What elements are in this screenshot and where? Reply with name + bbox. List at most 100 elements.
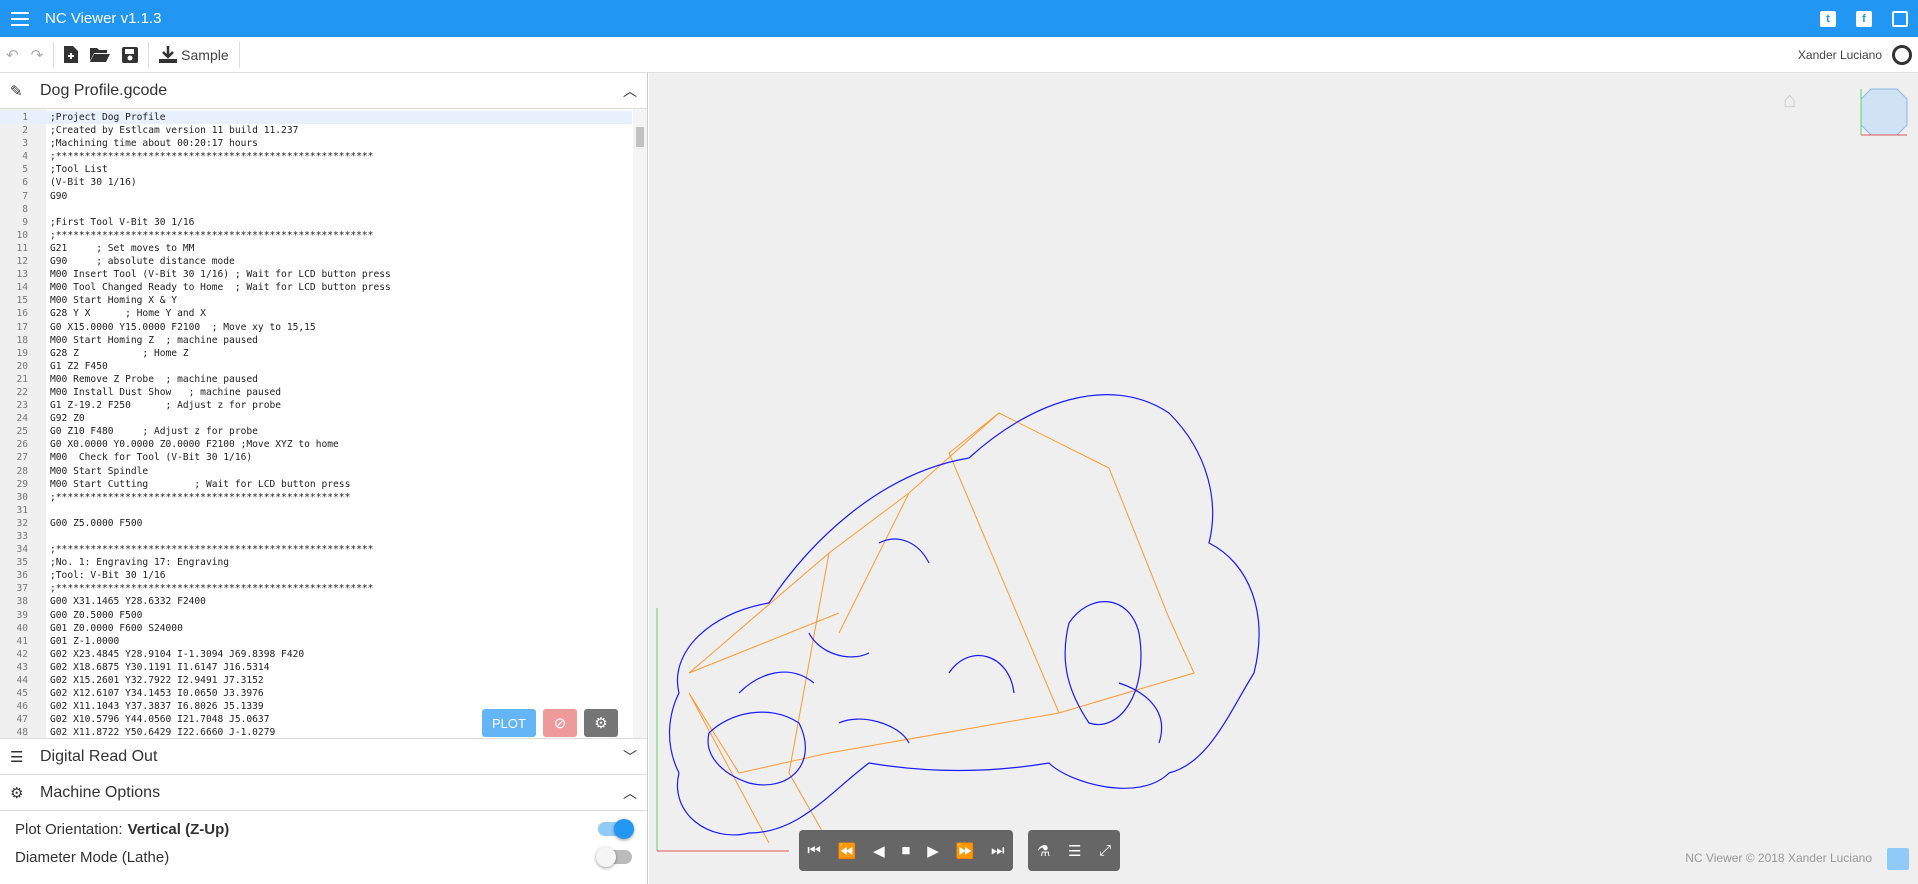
line-number: 24 xyxy=(16,413,28,425)
new-file-button[interactable] xyxy=(58,37,84,73)
code-line[interactable]: 37 ;*************************************… xyxy=(0,582,632,595)
code-lines[interactable]: 1 ;Project Dog Profile 2 ;Created by Estlca… xyxy=(0,111,632,738)
chevron-down-icon[interactable]: ﹀ xyxy=(623,747,637,767)
code-line[interactable]: 10 ;*************************************… xyxy=(0,229,632,242)
code-line[interactable]: 35 ;No. 1: Engraving 17: Engraving xyxy=(0,556,632,569)
line-number: 34 xyxy=(16,544,28,556)
code-line[interactable]: 14 M00 Tool Changed Ready to Home ; Wait … xyxy=(0,281,632,294)
chevron-up-icon[interactable]: ︿ xyxy=(623,783,637,803)
code-line[interactable]: 36 ;Tool: V-Bit 30 1/16 xyxy=(0,569,632,582)
editor-scrollbar[interactable] xyxy=(633,109,647,738)
code-line[interactable]: 2 ;Created by Estlcam version 11 build 11… xyxy=(0,124,632,137)
code-line[interactable]: 15 M00 Start Homing X & Y xyxy=(0,294,632,307)
view-cube[interactable] xyxy=(1859,87,1909,137)
expand-icon[interactable]: ⤢ xyxy=(1099,842,1111,859)
code-line[interactable]: 41 G01 Z-1.0000 xyxy=(0,635,632,648)
code-line[interactable]: 29 M00 Start Cutting ; Wait for LCD butto… xyxy=(0,478,632,491)
plot-orientation-toggle[interactable] xyxy=(598,819,634,839)
step-back-icon[interactable]: ⏪ xyxy=(838,842,857,860)
dro-panel-header[interactable]: ☰ Digital Read Out ﹀ xyxy=(0,739,647,775)
skip-to-start-icon[interactable]: ⏮ xyxy=(807,842,821,859)
line-number: 38 xyxy=(16,596,28,608)
settings-button[interactable]: ⚙ xyxy=(584,709,618,737)
hamburger-menu-button[interactable] xyxy=(0,0,40,37)
code-line[interactable]: 5 ;Tool List xyxy=(0,163,632,176)
machine-options-header[interactable]: ⚙ Machine Options ︿ xyxy=(0,775,647,811)
code-line[interactable]: 34 ;*************************************… xyxy=(0,543,632,556)
code-line[interactable]: 40 G01 Z0.0000 F600 S24000 xyxy=(0,622,632,635)
code-line[interactable]: 8 xyxy=(0,203,632,216)
code-line[interactable]: 25 G0 Z10 F480 ; Adjust z for probe xyxy=(0,425,632,438)
redo-button[interactable]: ↷ xyxy=(25,37,50,73)
help-icon[interactable] xyxy=(1887,848,1909,870)
code-line[interactable]: 20 G1 Z2 F450 xyxy=(0,360,632,373)
editor-panel-header[interactable]: ✎ Dog Profile.gcode ︿ xyxy=(0,73,647,109)
code-line[interactable]: 1 ;Project Dog Profile xyxy=(0,111,632,125)
code-line[interactable]: 42 G02 X23.4845 Y28.9104 I-1.3094 J69.839… xyxy=(0,648,632,661)
code-line[interactable]: 47 G02 X10.5796 Y44.0560 I21.7048 J5.0637 xyxy=(0,713,632,726)
sliders-icon[interactable]: ☰ xyxy=(1068,842,1081,860)
code-line[interactable]: 45 G02 X12.6107 Y34.1453 I0.0650 J3.3976 xyxy=(0,687,632,700)
3d-viewer[interactable]: ⌂ xyxy=(649,73,1918,884)
code-line[interactable]: 31 xyxy=(0,504,632,517)
home-icon[interactable]: ⌂ xyxy=(1783,87,1809,112)
line-number: 21 xyxy=(16,373,28,385)
code-line[interactable]: 32 G00 Z5.0000 F500 xyxy=(0,517,632,530)
twitter-icon[interactable]: t xyxy=(1820,10,1836,27)
code-line[interactable]: 17 G0 X15.0000 Y15.0000 F2100 ; Move xy t… xyxy=(0,321,632,334)
instagram-icon[interactable] xyxy=(1892,10,1908,27)
dashboard-icon[interactable] xyxy=(1892,44,1912,65)
code-line[interactable]: 18 M00 Start Homing Z ; machine paused xyxy=(0,334,632,347)
code-line[interactable]: 9 ;First Tool V-Bit 30 1/16 xyxy=(0,216,632,229)
code-line[interactable]: 6 (V-Bit 30 1/16) xyxy=(0,176,632,189)
code-line[interactable]: 24 G92 Z0 xyxy=(0,412,632,425)
facebook-icon[interactable]: f xyxy=(1856,10,1872,27)
code-line[interactable]: 19 G28 Z ; Home Z xyxy=(0,347,632,360)
play-reverse-icon[interactable]: ◀ xyxy=(873,842,885,860)
line-number: 41 xyxy=(16,635,28,647)
line-code: ;Project Dog Profile xyxy=(50,112,166,123)
code-line[interactable]: 39 G00 Z0.5000 F500 xyxy=(0,609,632,622)
code-line[interactable]: 23 G1 Z-19.2 F250 ; Adjust z for probe xyxy=(0,399,632,412)
gcode-editor[interactable]: 1 ;Project Dog Profile 2 ;Created by Estlca… xyxy=(0,109,647,739)
toggle-knob[interactable] xyxy=(614,819,634,839)
code-line[interactable]: 48 G02 X11.8722 Y50.6429 I22.6660 J-1.027… xyxy=(0,726,632,738)
plot-button[interactable]: PLOT xyxy=(482,709,536,737)
stop-button[interactable]: ⊘ xyxy=(543,709,577,737)
code-line[interactable]: 27 M00 Check for Tool (V-Bit 30 1/16) xyxy=(0,451,632,464)
sample-button[interactable]: Sample xyxy=(153,37,234,73)
toolpath-plot[interactable] xyxy=(649,73,1918,884)
diameter-mode-toggle[interactable] xyxy=(596,847,632,867)
code-line[interactable]: 4 ;**************************************… xyxy=(0,150,632,163)
code-line[interactable]: 28 M00 Start Spindle xyxy=(0,465,632,478)
scrollbar-thumb[interactable] xyxy=(636,127,644,147)
save-button[interactable] xyxy=(116,37,144,73)
code-line[interactable]: 7 G90 xyxy=(0,190,632,203)
code-line[interactable]: 13 M00 Insert Tool (V-Bit 30 1/16) ; Wait… xyxy=(0,268,632,281)
toolbar-divider xyxy=(238,41,240,68)
code-line[interactable]: 38 G00 X31.1465 Y28.6332 F2400 xyxy=(0,595,632,608)
open-file-button[interactable] xyxy=(84,37,116,73)
chevron-up-icon[interactable]: ︿ xyxy=(623,81,637,101)
code-line[interactable]: 43 G02 X18.6875 Y30.1191 I1.6147 J16.5314 xyxy=(0,661,632,674)
undo-button[interactable]: ↶ xyxy=(0,37,25,73)
play-icon[interactable]: ▶ xyxy=(927,842,939,860)
step-forward-icon[interactable]: ⏩ xyxy=(956,842,975,860)
code-line[interactable]: 30 ;*************************************… xyxy=(0,491,632,504)
code-line[interactable]: 26 G0 X0.0000 Y0.0000 Z0.0000 F2100 ;Move… xyxy=(0,438,632,451)
copyright-text: NC Viewer © 2018 Xander Luciano xyxy=(1685,851,1872,865)
user-name[interactable]: Xander Luciano xyxy=(1798,48,1882,62)
stop-icon[interactable]: ■ xyxy=(901,842,910,859)
code-line[interactable]: 11 G21 ; Set moves to MM xyxy=(0,242,632,255)
code-line[interactable]: 33 xyxy=(0,530,632,543)
code-line[interactable]: 3 ;Machining time about 00:20:17 hours xyxy=(0,137,632,150)
code-line[interactable]: 46 G02 X11.1043 Y37.3837 I6.8026 J5.1339 xyxy=(0,700,632,713)
flask-icon[interactable]: ⚗ xyxy=(1037,842,1050,860)
code-line[interactable]: 12 G90 ; absolute distance mode xyxy=(0,255,632,268)
code-line[interactable]: 22 M00 Install Dust Show ; machine paused xyxy=(0,386,632,399)
toggle-knob[interactable] xyxy=(596,847,616,867)
skip-to-end-icon[interactable]: ⏭ xyxy=(991,842,1005,859)
code-line[interactable]: 21 M00 Remove Z Probe ; machine paused xyxy=(0,373,632,386)
code-line[interactable]: 44 G02 X15.2601 Y32.7922 I2.9491 J7.3152 xyxy=(0,674,632,687)
code-line[interactable]: 16 G28 Y X ; Home Y and X xyxy=(0,307,632,320)
